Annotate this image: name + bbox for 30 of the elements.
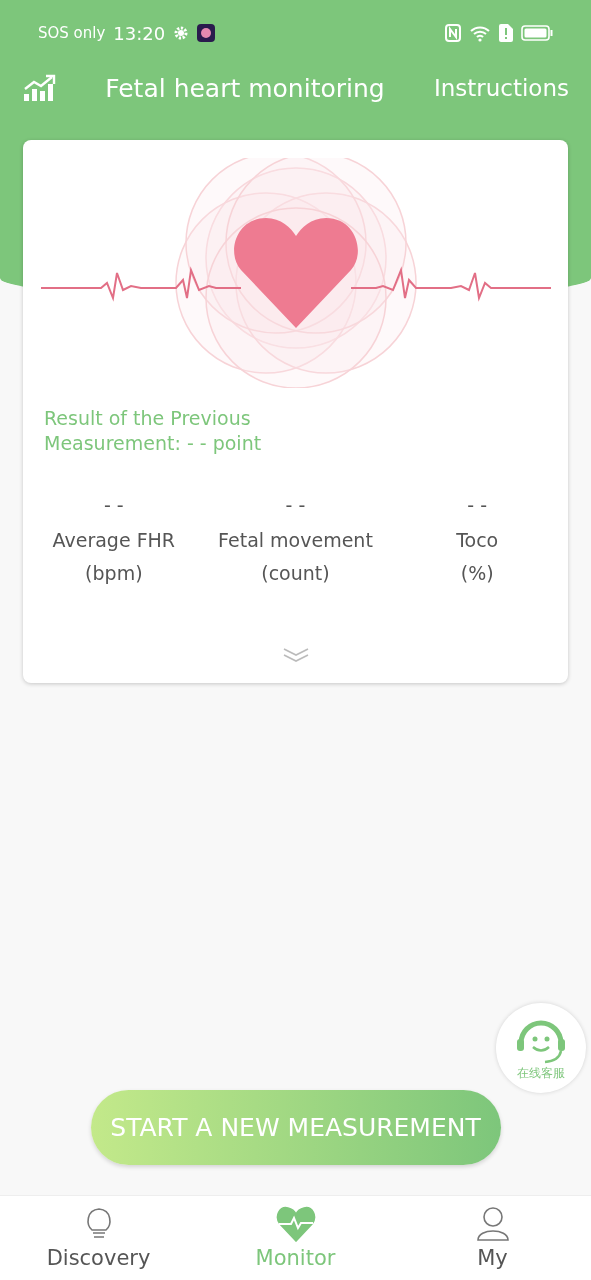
stat-unit: (count)	[261, 561, 330, 586]
stat-value: - -	[467, 494, 488, 516]
heartbeat-icon	[275, 1206, 316, 1242]
support-button[interactable]: 在线客服	[496, 1003, 586, 1093]
stat-value: - -	[285, 494, 306, 516]
previous-result-text: Result of the Previous Measurement: - - point	[44, 406, 263, 456]
page-title: Fetal heart monitoring	[105, 73, 385, 103]
stat-label: Fetal movement	[218, 528, 373, 553]
clock-time: 13:20	[113, 22, 166, 44]
stat-value: - -	[103, 494, 124, 516]
stat-label: Toco	[456, 528, 499, 553]
nfc-icon	[445, 24, 461, 42]
stat-unit: (%)	[460, 561, 494, 586]
start-measurement-button[interactable]: START A NEW MEASUREMENT	[90, 1090, 501, 1165]
person-icon	[475, 1206, 510, 1242]
battery-icon	[521, 25, 553, 41]
carrier-text: SOS only	[38, 24, 106, 42]
wifi-icon	[469, 24, 491, 42]
instructions-link[interactable]: Instructions	[433, 75, 569, 101]
nav-tab[interactable]: Monitor	[197, 1196, 394, 1280]
expand-chevron-icon[interactable]	[282, 647, 309, 663]
stat-unit: (bpm)	[85, 561, 143, 586]
sim-alert-icon	[499, 24, 513, 42]
stat-label: Average FHR	[52, 528, 176, 553]
trend-chart-icon[interactable]	[22, 74, 56, 102]
nav-tab[interactable]: My	[394, 1196, 591, 1280]
nav-tab[interactable]: Discovery	[0, 1196, 197, 1280]
gear-icon	[173, 25, 190, 41]
support-label: 在线客服	[517, 1064, 565, 1082]
app-icon	[197, 24, 216, 42]
